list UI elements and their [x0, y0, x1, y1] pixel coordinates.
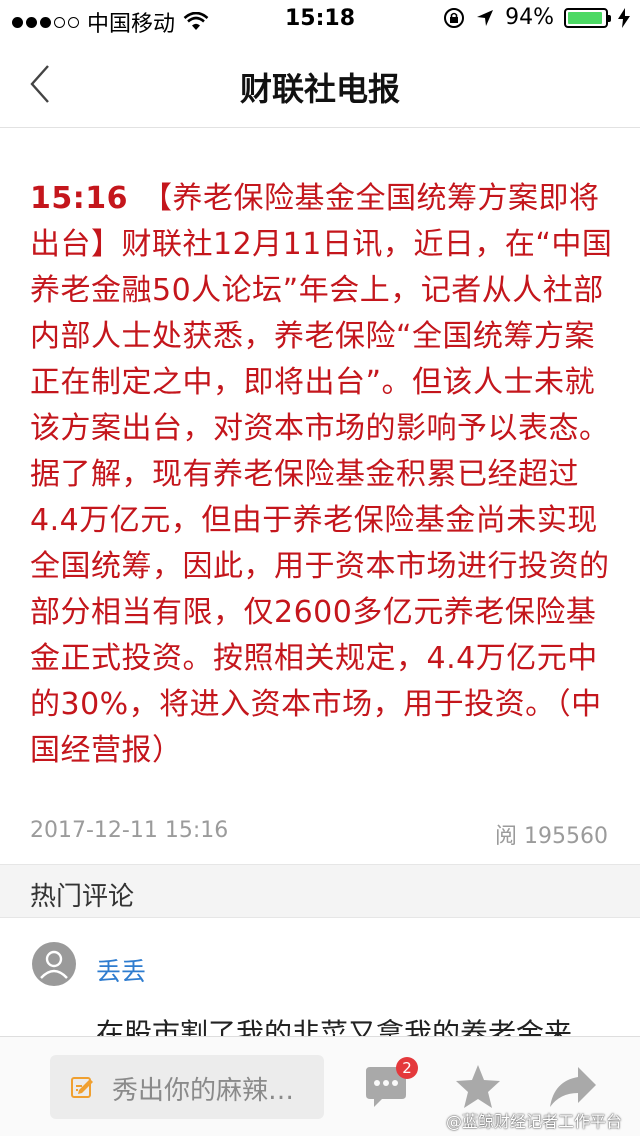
article-time: 15:16 [30, 181, 128, 216]
star-icon [456, 1065, 500, 1108]
watermark: @蓝鲸财经记者工作平台 [446, 1112, 623, 1131]
article-body: 15:16 【养老保险基金全国统筹方案即将出台】财联社12月11日讯，近日，在“中… [30, 176, 615, 774]
charging-bolt-icon [618, 7, 630, 28]
page-title: 财联社电报 [239, 70, 400, 108]
hot-comments-header: 热门评论 [0, 864, 640, 918]
status-right: 94% [443, 5, 630, 30]
user-icon [40, 950, 68, 979]
read-count: 阅 195560 [495, 824, 608, 849]
location-arrow-icon [477, 9, 494, 26]
share-icon [550, 1067, 596, 1107]
article-date: 2017-12-11 15:16 [30, 818, 229, 843]
battery-percent: 94% [505, 5, 554, 30]
comment-item: 丢丢 在股市割了我的韭菜又拿我的养老金来 [0, 918, 640, 1050]
pencil-icon [71, 1077, 93, 1098]
status-bar: 中国移动 15:18 94% [0, 0, 640, 40]
rotation-lock-icon [444, 7, 465, 28]
hot-comments-title: 热门评论 [30, 882, 135, 912]
avatar[interactable] [32, 942, 76, 986]
nav-bar: 财联社电报 [0, 40, 640, 128]
share-button[interactable] [548, 1063, 596, 1111]
comment-input[interactable]: 秀出你的麻辣… [50, 1055, 324, 1119]
comment-input-placeholder: 秀出你的麻辣… [112, 1076, 295, 1106]
battery-icon [564, 7, 611, 28]
comment-username[interactable]: 丢丢 [96, 952, 146, 988]
favorite-button[interactable] [454, 1063, 502, 1111]
comment-count-badge: 2 [396, 1057, 418, 1079]
article-text: 【养老保险基金全国统筹方案即将出台】财联社12月11日讯，近日，在“中国养老金融… [30, 181, 613, 768]
